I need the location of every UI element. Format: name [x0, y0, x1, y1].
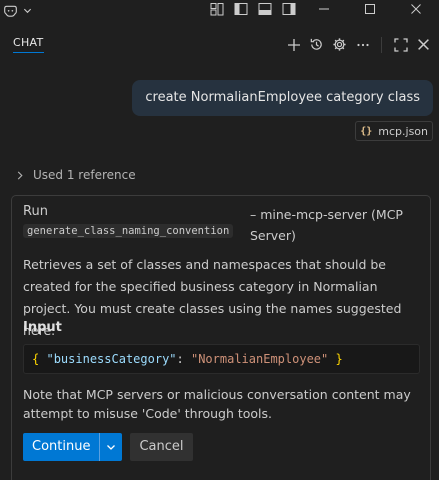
settings-icon[interactable] — [330, 35, 349, 54]
user-message: create NormalianEmployee category class — [132, 80, 433, 116]
chevron-down-icon — [107, 445, 116, 450]
cancel-button[interactable]: Cancel — [130, 433, 193, 461]
input-heading: Input — [23, 320, 62, 335]
tab-chat[interactable]: CHAT — [13, 36, 44, 53]
continue-button-group: Continue — [23, 433, 123, 461]
input-code-block[interactable]: { "businessCategory": "NormalianEmployee… — [23, 344, 420, 374]
maximize-icon[interactable] — [391, 35, 410, 54]
toggle-primary-sidebar-icon[interactable] — [229, 0, 253, 18]
maximize-icon[interactable] — [347, 0, 393, 18]
toggle-panel-icon[interactable] — [253, 0, 277, 18]
attachment-chip[interactable]: {} mcp.json — [355, 121, 433, 141]
toggle-secondary-sidebar-icon[interactable] — [277, 0, 301, 18]
tool-confirmation-card: Run generate_class_naming_convention – m… — [11, 195, 431, 480]
used-references-toggle[interactable]: Used 1 reference — [16, 168, 136, 182]
new-chat-icon[interactable] — [284, 35, 303, 54]
title-bar — [0, 0, 439, 20]
more-icon[interactable] — [353, 35, 372, 54]
json-value: "NormalianEmployee" — [190, 352, 329, 366]
json-key: "businessCategory" — [46, 352, 177, 366]
attachment-label: mcp.json — [378, 124, 428, 138]
used-references-label: Used 1 reference — [33, 168, 136, 182]
json-open-brace: { — [32, 352, 40, 366]
minimize-icon[interactable] — [301, 0, 347, 18]
chat-header: CHAT — [0, 28, 439, 60]
continue-button[interactable]: Continue — [23, 433, 99, 461]
json-close-brace: } — [335, 352, 343, 366]
tool-name: generate_class_naming_convention — [23, 224, 234, 238]
tool-description: Retrieves a set of classes and namespace… — [23, 257, 402, 338]
close-icon[interactable] — [393, 0, 439, 18]
chevron-down-icon[interactable] — [22, 1, 32, 19]
copilot-icon[interactable] — [1, 1, 19, 19]
json-colon: : — [176, 352, 184, 366]
close-icon[interactable] — [414, 35, 433, 54]
warning-note: Note that MCP servers or malicious conve… — [23, 387, 411, 421]
json-file-icon: {} — [360, 125, 373, 137]
header-divider — [381, 36, 382, 53]
run-label: Run — [23, 204, 48, 219]
continue-options-button[interactable] — [99, 433, 122, 461]
chevron-right-icon — [17, 171, 23, 179]
history-icon[interactable] — [307, 35, 326, 54]
customize-layout-icon[interactable] — [205, 0, 229, 18]
server-name: – mine-mcp-server (MCP Server) — [250, 207, 403, 243]
